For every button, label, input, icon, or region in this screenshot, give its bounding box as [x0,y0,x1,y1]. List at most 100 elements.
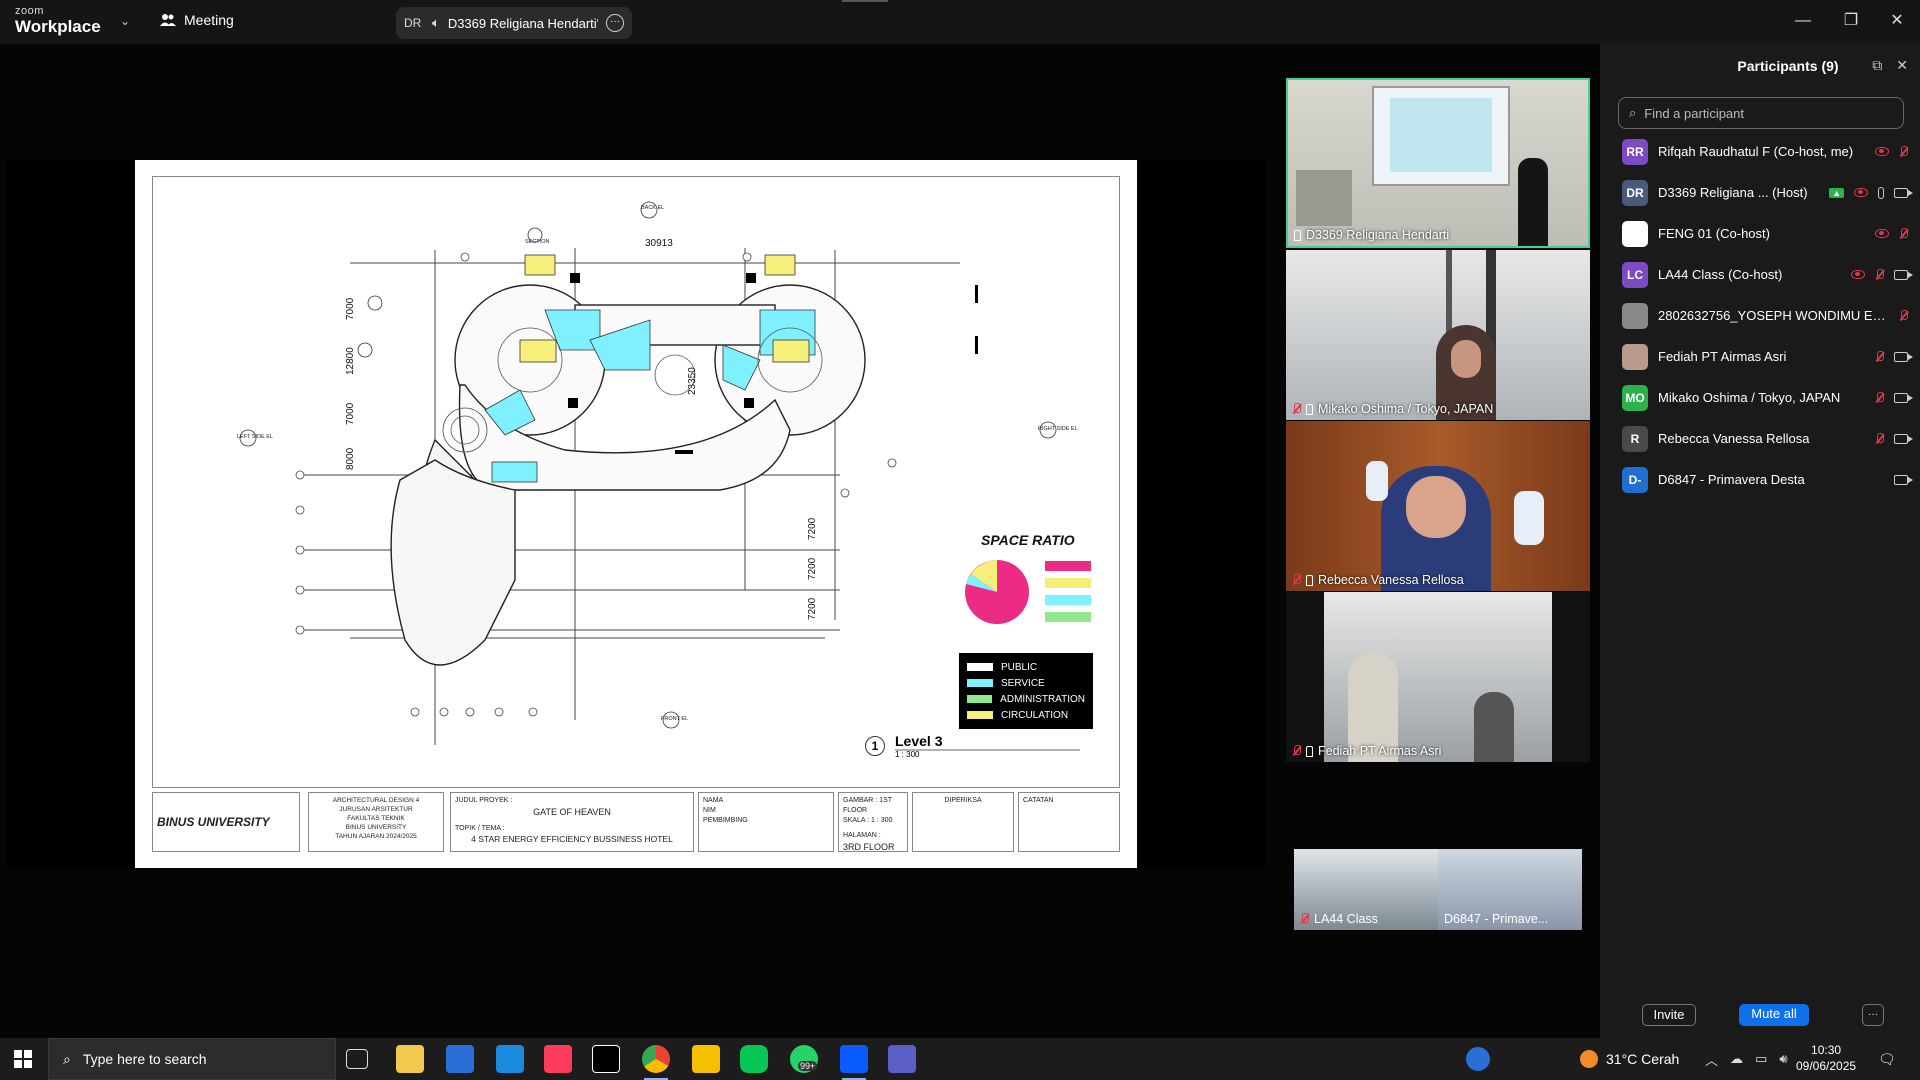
avatar: D- [1622,466,1648,493]
dim-left-b: 12800 [345,347,356,375]
music-icon[interactable] [544,1045,572,1073]
minimize-button[interactable]: — [1788,8,1818,34]
level-label: 1 Level 3 1 : 300 [865,733,942,759]
avatar: LC [1622,261,1648,288]
pin-icon [1306,403,1313,415]
video-tile-mikako[interactable]: Mikako Oshima / Tokyo, JAPAN [1286,250,1590,420]
mini-video-la44[interactable]: LA44 Class [1294,849,1438,930]
file-explorer-icon[interactable] [396,1045,424,1073]
camera-icon [1894,351,1913,362]
muted-mic-icon [1292,745,1301,757]
weather-widget[interactable]: 31°C Cerah [1580,1038,1679,1080]
store-icon[interactable] [446,1045,474,1073]
participant-row[interactable]: MO Mikako Oshima / Tokyo, JAPAN [1600,377,1920,418]
video-name-label: Fediah PT Airmas Asri [1292,744,1441,758]
task-view-icon[interactable] [346,1049,368,1069]
participant-row[interactable]: R Rebecca Vanessa Rellosa [1600,418,1920,459]
participant-row[interactable]: FENG 01 (Co-host) [1600,213,1920,254]
taskbar-search-input[interactable]: ⌕ Type here to search [48,1038,336,1080]
invite-button[interactable]: Invite [1642,1004,1696,1026]
mail-icon[interactable] [496,1045,524,1073]
legend-public: PUBLIC [967,659,1085,675]
zoom-window: zoom Workplace ⌄ Meeting DR 🔈︎ D3369 Rel… [0,0,1920,1080]
video-name-label: Rebecca Vanessa Rellosa [1292,573,1464,587]
participant-search-input[interactable]: ⌕ Find a participant [1618,97,1904,129]
participant-row[interactable]: 2802632756_YOSEPH WONDIMU ED... [1600,295,1920,336]
more-options-icon[interactable]: ··· [606,14,624,32]
search-icon: ⌕ [1629,105,1637,120]
muted-mic-icon [1292,574,1301,586]
maximize-button[interactable]: ❐ [1836,8,1866,34]
zoom-icon[interactable] [840,1045,868,1073]
help-icon[interactable] [1466,1047,1490,1071]
muted-mic-icon [1875,268,1884,281]
participant-row[interactable]: D- D6847 - Primavera Desta [1600,459,1920,500]
notification-badge: 99+ [798,1061,818,1071]
right-elevation-mark: RIGHT SIDE EL [1038,426,1078,432]
muted-mic-icon [1899,309,1908,322]
space-legend: PUBLIC SERVICE ADMINISTRATION CIRCULATIO… [959,653,1093,729]
camera-icon [1894,433,1913,444]
avatar: RR [1622,138,1648,165]
participants-title: Participants (9) [1737,58,1839,74]
capcut-icon[interactable] [592,1045,620,1073]
avatar: R [1622,425,1648,452]
dim-right-c: 7200 [807,597,818,620]
sticky-notes-icon[interactable] [692,1045,720,1073]
avatar: DR [1622,179,1648,206]
avatar: MO [1622,384,1648,411]
camera-icon [1894,392,1913,403]
dim-right-b: 7200 [807,557,818,580]
focus-icon [1875,147,1889,156]
screen-share-pill[interactable]: DR 🔈︎ D3369 Religiana Hendarti's sc ··· [396,7,632,39]
legend-service: SERVICE [967,675,1085,691]
zoom-workplace-logo[interactable]: zoom Workplace [15,6,101,36]
participant-row[interactable]: RR Rifqah Raudhatul F (Co-host, me) [1600,131,1920,172]
camera-icon [1894,474,1913,485]
windows-start-icon[interactable] [14,1050,32,1068]
mini-video-d6847[interactable]: D6847 - Primave... [1438,849,1582,930]
line-icon[interactable] [740,1045,768,1073]
project-topic: 4 STAR ENERGY EFFICIENCY BUSSINESS HOTEL [471,834,673,845]
video-name-label: Mikako Oshima / Tokyo, JAPAN [1292,402,1493,416]
pop-out-icon[interactable]: ⧉ [1872,57,1882,74]
share-badge-icon: ▲ [1829,187,1844,198]
mute-all-button[interactable]: Mute all [1739,1004,1809,1026]
legend-circulation: CIRCULATION [967,707,1085,723]
weather-icon [1580,1050,1598,1068]
video-tile-host[interactable]: D3369 Religiana Hendarti [1286,78,1590,248]
clock[interactable]: 10:30 09/06/2025 [1796,1038,1856,1080]
avatar [1622,220,1648,247]
projector-screen [1372,86,1510,186]
level-scale: 1 : 300 [895,750,920,759]
participant-row[interactable]: DR D3369 Religiana ... (Host) ▲ [1600,172,1920,213]
chrome-icon[interactable] [642,1045,670,1073]
participants-panel: Participants (9) ⧉ ✕ ⌕ Find a participan… [1600,44,1920,1038]
section-mark: SECTION [525,239,549,245]
brand-main: Workplace [15,17,101,36]
front-elevation-mark: FRONT EL [661,716,688,722]
space-ratio-pie [965,560,1029,624]
close-window-button[interactable]: ✕ [1882,8,1912,34]
notification-center-icon[interactable]: 🗨︎ [1878,1038,1896,1080]
back-elevation-mark: BACK EL [641,205,664,211]
dim-vertical: 23350 [687,367,698,395]
chevron-down-icon[interactable]: ⌄ [120,14,130,28]
teams-icon[interactable] [888,1045,916,1073]
participant-row[interactable]: LC LA44 Class (Co-host) [1600,254,1920,295]
participant-row[interactable]: Fediah PT Airmas Asri [1600,336,1920,377]
more-options-button[interactable]: ··· [1862,1004,1884,1026]
people-icon [160,14,176,26]
video-tile-fediah[interactable]: Fediah PT Airmas Asri [1286,592,1590,762]
binus-logo: BINUS UNIVERSITY [152,792,300,852]
muted-mic-icon [1899,145,1908,158]
drag-handle[interactable] [842,0,888,2]
system-tray[interactable]: ︿ ☁︎ ▭ 🔊︎ [1705,1038,1788,1080]
video-tile-rebecca[interactable]: Rebecca Vanessa Rellosa [1286,421,1590,591]
whatsapp-icon[interactable]: 99+ [790,1045,818,1073]
meeting-menu[interactable]: Meeting [160,12,234,28]
pin-icon [1294,229,1301,241]
close-icon[interactable]: ✕ [1896,57,1908,74]
onedrive-icon: ☁︎ [1730,1051,1744,1066]
volume-icon: 🔊︎ [1779,1051,1788,1066]
